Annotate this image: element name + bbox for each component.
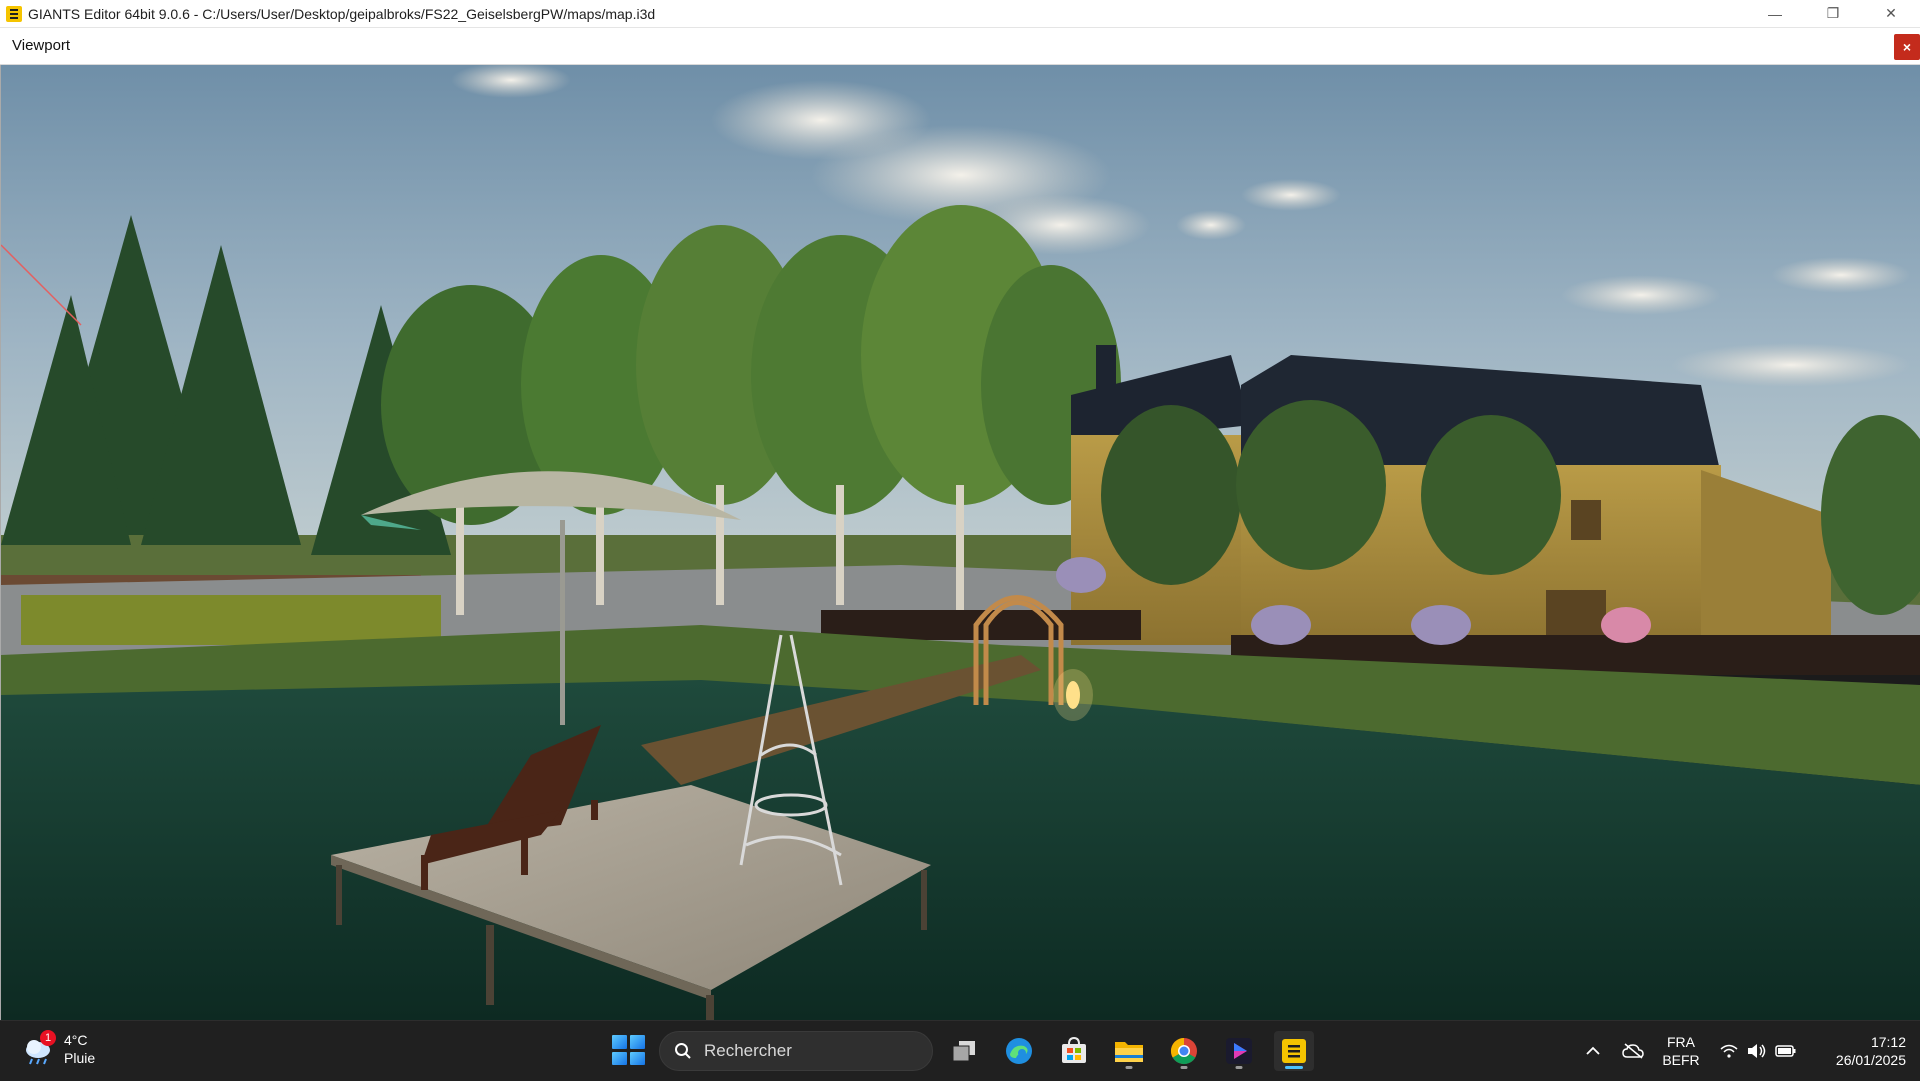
window-title: GIANTS Editor 64bit 9.0.6 - C:/Users/Use…	[28, 5, 656, 22]
battery-charging-icon	[1775, 1045, 1796, 1057]
search-icon	[674, 1042, 692, 1060]
title-bar: GIANTS Editor 64bit 9.0.6 - C:/Users/Use…	[0, 0, 1920, 28]
task-view-button[interactable]	[944, 1031, 984, 1071]
cloud-offline-icon	[1622, 1043, 1644, 1059]
window-controls: — ❐ ✕	[1746, 0, 1920, 27]
language-secondary: BEFR	[1662, 1052, 1700, 1068]
restore-button[interactable]: ❐	[1804, 0, 1862, 27]
language-indicator[interactable]: FRA BEFR	[1653, 1033, 1709, 1069]
minimize-button[interactable]: —	[1746, 0, 1804, 27]
store-icon	[1062, 1036, 1086, 1063]
network-button[interactable]	[1716, 1021, 1742, 1081]
weather-temperature: 4°C	[64, 1032, 88, 1048]
language-primary: FRA	[1667, 1034, 1695, 1050]
play-icon	[1226, 1038, 1252, 1064]
running-indicator	[1235, 1066, 1243, 1069]
volume-button[interactable]	[1744, 1021, 1770, 1081]
chrome-button[interactable]	[1164, 1031, 1204, 1071]
chrome-icon	[1170, 1037, 1197, 1065]
media-player-button[interactable]	[1219, 1031, 1259, 1071]
onedrive-tray-button[interactable]	[1618, 1021, 1648, 1081]
weather-text: 4°C Pluie	[64, 1031, 95, 1067]
edge-icon	[1006, 1038, 1032, 1064]
show-hidden-icons-button[interactable]	[1578, 1021, 1608, 1081]
clock-date: 26/01/2025	[1835, 1052, 1906, 1068]
running-indicator	[1285, 1066, 1303, 1069]
chevron-up-icon	[1586, 1046, 1600, 1055]
file-explorer-button[interactable]	[1109, 1031, 1149, 1071]
volume-icon	[1748, 1044, 1766, 1058]
scene-render[interactable]	[1, 65, 1920, 1020]
start-button[interactable]	[610, 1033, 645, 1067]
close-window-button[interactable]: ✕	[1862, 0, 1920, 27]
taskbar-search[interactable]: Rechercher	[659, 1031, 933, 1071]
folder-icon	[1115, 1042, 1143, 1062]
battery-button[interactable]	[1772, 1021, 1800, 1081]
task-view-icon	[952, 1041, 975, 1062]
store-button[interactable]	[1054, 1031, 1094, 1071]
notification-badge: 1	[40, 1030, 56, 1046]
panel-title: Viewport	[12, 37, 71, 54]
weather-widget[interactable]: 1 4°C Pluie	[22, 1030, 95, 1067]
weather-condition: Pluie	[64, 1050, 96, 1066]
clock[interactable]: 17:12 26/01/2025	[1806, 1033, 1906, 1069]
giants-editor-taskbar-button[interactable]	[1274, 1031, 1314, 1071]
taskbar: 1 4°C Pluie Rechercher FRA BEFR 17:12 26…	[0, 1020, 1920, 1081]
edge-button[interactable]	[999, 1031, 1039, 1071]
running-indicator	[1180, 1066, 1188, 1069]
giants-editor-icon	[6, 5, 22, 22]
viewport-panel-header: Viewport ×	[0, 28, 1920, 65]
wifi-icon	[1720, 1044, 1738, 1058]
giants-editor-icon	[1282, 1039, 1306, 1063]
clock-time: 17:12	[1870, 1034, 1906, 1050]
hedge	[21, 595, 441, 645]
close-panel-button[interactable]: ×	[1894, 34, 1920, 60]
running-indicator	[1125, 1066, 1133, 1069]
viewport-3d[interactable]	[0, 65, 1920, 1020]
rain-cloud-icon: 1	[22, 1030, 56, 1066]
search-placeholder: Rechercher	[704, 1041, 792, 1060]
